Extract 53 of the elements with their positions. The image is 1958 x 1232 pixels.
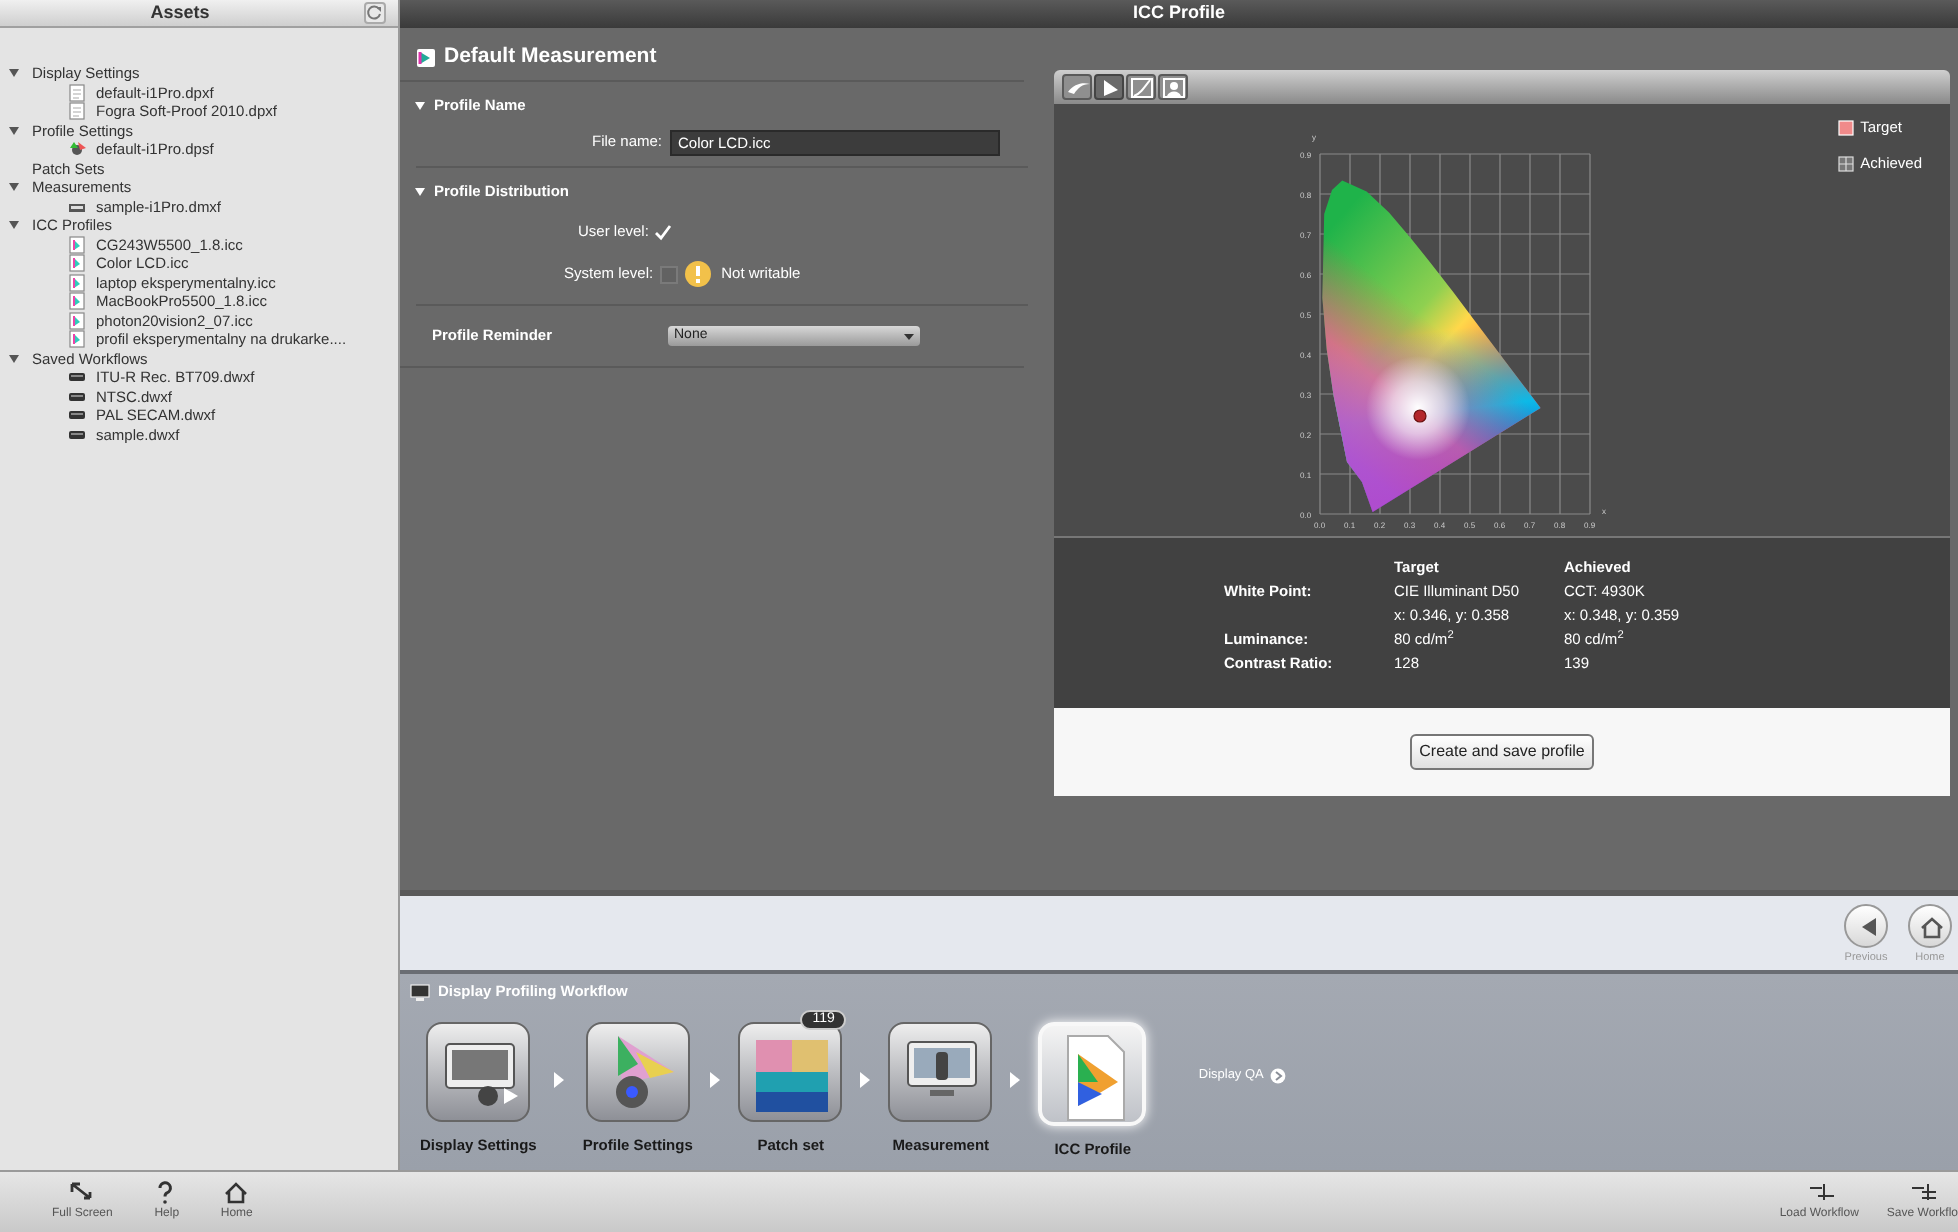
workflow-step-button[interactable] <box>888 1022 993 1122</box>
target-point-marker <box>1413 409 1427 423</box>
window-title: ICC Profile <box>1132 0 1225 27</box>
disclosure-triangle-icon[interactable] <box>8 123 20 138</box>
chevron-right-icon <box>858 1070 873 1090</box>
workflow-icon <box>68 406 86 425</box>
profile-file-icon <box>68 235 86 254</box>
document-icon <box>68 102 86 121</box>
view-tab[interactable] <box>1062 74 1092 100</box>
view-tab[interactable] <box>1126 74 1156 100</box>
legend-swatch-icon <box>1838 119 1855 136</box>
section-title: Default Measurement <box>444 42 657 73</box>
profile-file-icon <box>68 254 86 273</box>
nav-button[interactable] <box>1908 904 1952 948</box>
arrow-circle-icon[interactable] <box>1269 1067 1286 1084</box>
chevron-right-icon <box>552 1070 567 1090</box>
legend-swatch-icon <box>1838 155 1855 172</box>
profile-file-icon <box>68 273 86 292</box>
profile-icon <box>416 48 436 68</box>
disclosure-triangle-icon[interactable] <box>8 66 20 81</box>
workflow-icon <box>68 425 86 444</box>
create-profile-button[interactable]: Create and save profile <box>1409 734 1595 770</box>
monitor-icon <box>410 983 430 1001</box>
disclosure-triangle-icon[interactable] <box>8 218 20 233</box>
disclosure-triangle-icon[interactable] <box>8 351 20 366</box>
dropdown-arrow-icon <box>904 331 914 341</box>
chevron-right-icon <box>708 1070 723 1090</box>
warning-icon <box>683 260 712 288</box>
user-level-checkbox[interactable] <box>654 223 673 241</box>
profile-file-icon <box>68 330 86 349</box>
person-icon <box>1159 75 1187 99</box>
view-tab[interactable] <box>1094 74 1124 100</box>
home-icon <box>222 1180 251 1204</box>
expand-arrows-icon <box>68 1180 97 1204</box>
disclosure-triangle-icon[interactable] <box>414 100 426 112</box>
load-workflow-icon <box>1805 1180 1834 1204</box>
workflow-icon <box>68 387 86 406</box>
profile-file-icon <box>68 311 86 330</box>
workflow-icon <box>68 368 86 387</box>
workflow-step-button[interactable] <box>738 1022 843 1122</box>
view-tab[interactable] <box>1158 74 1188 100</box>
curve-icon <box>1127 75 1155 99</box>
workflow-step-button[interactable] <box>426 1022 531 1122</box>
save-workflow-icon <box>1908 1180 1937 1204</box>
disclosure-triangle-icon[interactable] <box>414 186 426 198</box>
document-icon <box>68 83 86 102</box>
chevron-right-icon <box>1008 1070 1023 1090</box>
profile-file-icon <box>68 292 86 311</box>
panel-title: Assets <box>148 0 212 26</box>
nav-button[interactable] <box>1844 904 1888 948</box>
refresh-icon[interactable] <box>364 2 386 24</box>
system-level-checkbox[interactable] <box>659 265 678 283</box>
disclosure-triangle-icon[interactable] <box>8 180 20 195</box>
